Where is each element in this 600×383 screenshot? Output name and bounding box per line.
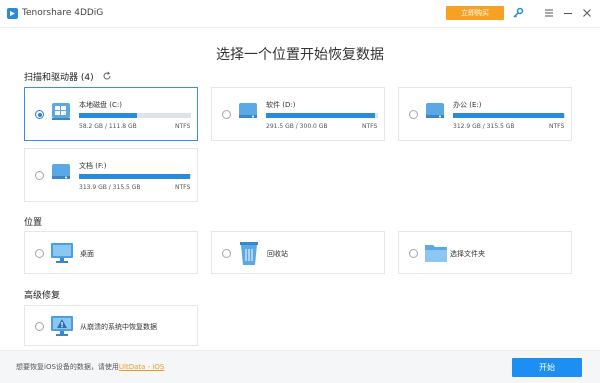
drive-f-radio[interactable] (35, 171, 44, 180)
drive-card-d[interactable]: 软件 (D:) 291.5 GB / 300.0 GB NTFS (211, 87, 385, 141)
drive-c-usage-bar (79, 113, 191, 118)
drive-f-name: 文档 (F:) (79, 162, 107, 170)
select-folder-label: 选择文件夹 (450, 250, 485, 258)
select-folder-radio[interactable] (409, 249, 418, 258)
ios-hint-text: 想要恢复iOS设备的数据，请使用 (16, 363, 119, 371)
drive-e-usage-fill (453, 113, 564, 118)
drive-c-usage-fill (79, 113, 138, 118)
recycle-bin-label: 回收站 (267, 250, 288, 258)
drive-d-name: 软件 (D:) (266, 101, 296, 109)
drive-icon (239, 103, 257, 118)
title-bar: Tenorshare 4DDiG 立即购买 (0, 0, 600, 28)
location-select-folder[interactable]: 选择文件夹 (398, 231, 572, 274)
drive-e-usage-bar (453, 113, 565, 118)
ultdata-ios-link[interactable]: UltData - iOS (119, 363, 164, 371)
drive-e-size: 312.9 GB / 315.5 GB (453, 123, 515, 130)
drive-card-f[interactable]: 文档 (F:) 313.9 GB / 315.5 GB NTFS (24, 148, 198, 202)
refresh-icon[interactable] (102, 71, 112, 81)
drive-d-fs: NTFS (362, 123, 378, 130)
key-icon[interactable] (512, 7, 524, 19)
desktop-label: 桌面 (80, 250, 94, 258)
drive-e-radio[interactable] (409, 110, 418, 119)
monitor-icon (51, 243, 73, 263)
app-logo-icon (7, 8, 18, 19)
menu-icon[interactable] (542, 6, 556, 20)
folder-icon (425, 245, 447, 262)
drive-d-usage-bar (266, 113, 378, 118)
drive-c-name: 本地磁盘 (C:) (79, 101, 122, 109)
footer-bar: 想要恢复iOS设备的数据，请使用UltData - iOS 开始 (0, 350, 600, 383)
location-desktop[interactable]: 桌面 (24, 231, 198, 274)
crashed-system-radio[interactable] (35, 322, 44, 331)
close-icon[interactable] (580, 6, 594, 20)
drive-c-size: 58.2 GB / 111.8 GB (79, 123, 137, 130)
footer-text: 想要恢复iOS设备的数据，请使用UltData - iOS (16, 362, 164, 372)
advanced-crashed-system[interactable]: 从崩溃的系统中恢复数据 (24, 305, 198, 346)
location-section-title: 位置 (24, 218, 43, 228)
drive-icon (426, 103, 444, 118)
drive-e-name: 办公 (E:) (453, 101, 482, 109)
drive-icon (52, 103, 70, 120)
desktop-radio[interactable] (35, 249, 44, 258)
minimize-icon[interactable] (561, 6, 575, 20)
drive-c-fs: NTFS (175, 123, 191, 130)
location-recycle-bin[interactable]: 回收站 (211, 231, 385, 274)
buy-now-button[interactable]: 立即购买 (446, 6, 504, 20)
drive-icon (52, 164, 70, 179)
drive-f-size: 313.9 GB / 315.5 GB (79, 184, 141, 191)
crashed-system-icon (51, 316, 73, 336)
crashed-system-label: 从崩溃的系统中恢复数据 (80, 323, 157, 331)
drive-f-usage-bar (79, 174, 191, 179)
recycle-bin-icon (240, 242, 258, 265)
drive-f-usage-fill (79, 174, 191, 179)
drive-f-fs: NTFS (175, 184, 191, 191)
drive-d-usage-fill (266, 113, 375, 118)
drive-d-size: 291.5 GB / 300.0 GB (266, 123, 328, 130)
drive-c-radio[interactable] (35, 110, 44, 119)
advanced-section-title: 高级修复 (24, 291, 61, 301)
drive-e-fs: NTFS (549, 123, 565, 130)
start-button[interactable]: 开始 (512, 358, 582, 377)
drive-d-radio[interactable] (222, 110, 231, 119)
drives-section-title: 扫描和驱动器 (4) (24, 73, 94, 83)
app-title: Tenorshare 4DDiG (22, 8, 104, 18)
drive-card-e[interactable]: 办公 (E:) 312.9 GB / 315.5 GB NTFS (398, 87, 572, 141)
drive-card-c[interactable]: 本地磁盘 (C:) 58.2 GB / 111.8 GB NTFS (24, 87, 198, 141)
page-title: 选择一个位置开始恢复数据 (216, 47, 384, 63)
recycle-bin-radio[interactable] (222, 249, 231, 258)
